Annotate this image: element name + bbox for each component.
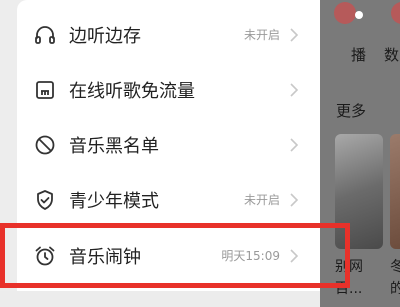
tab-broadcast[interactable]: 播: [351, 44, 366, 65]
more-link[interactable]: 更多: [336, 100, 366, 121]
menu-item-free-data-streaming[interactable]: 在线听歌免流量: [17, 62, 320, 118]
sim-card-icon: [33, 78, 57, 102]
menu-item-label: 音乐黑名单: [69, 136, 159, 157]
playlist-card[interactable]: [390, 134, 400, 249]
radio-icon: [334, 2, 363, 24]
chevron-right-icon: [286, 192, 300, 208]
highlight-box: [0, 223, 350, 288]
chevron-right-icon: [286, 137, 300, 153]
playlist-caption: 冬卡: [390, 259, 400, 275]
block-icon: [33, 133, 57, 157]
chevron-right-icon: [286, 27, 300, 43]
menu-item-label: 青少年模式: [69, 191, 159, 212]
chevron-right-icon: [286, 82, 300, 98]
shield-check-icon: [33, 188, 57, 212]
menu-item-status: 未开启: [243, 193, 280, 207]
headphones-icon: [33, 23, 57, 47]
menu-item-teen-mode[interactable]: 青少年模式 未开启: [17, 172, 320, 228]
menu-item-label: 在线听歌免流量: [69, 81, 195, 102]
digital-album-icon: [391, 2, 400, 24]
menu-item-label: 边听边存: [69, 26, 141, 47]
playlist-caption: 的耳: [390, 281, 400, 297]
drawer-bottom-gap: [0, 291, 320, 307]
menu-item-listen-and-save[interactable]: 边听边存 未开启: [17, 7, 320, 63]
menu-item-status: 未开启: [243, 28, 280, 42]
tab-digital[interactable]: 数字: [384, 44, 400, 65]
menu-item-music-blacklist[interactable]: 音乐黑名单: [17, 117, 320, 173]
